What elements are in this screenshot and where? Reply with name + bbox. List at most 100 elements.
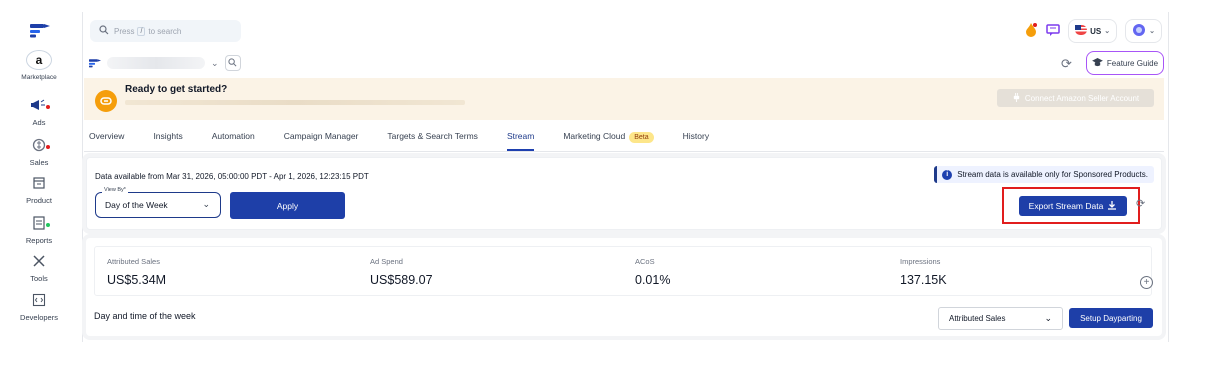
info-note-text: Stream data is available only for Sponso…: [957, 170, 1148, 179]
metric-value: 137.15K: [900, 273, 947, 287]
rail-item-marketplace[interactable]: a Marketplace: [0, 50, 78, 81]
tab-history[interactable]: History: [683, 129, 709, 151]
notification-bell-button[interactable]: [1024, 19, 1038, 43]
metric-label: Ad Spend: [370, 257, 403, 266]
product-box-icon: [0, 176, 78, 194]
rail-item-sales[interactable]: Sales: [0, 138, 78, 167]
rail-item-tools[interactable]: Tools: [0, 254, 78, 283]
apply-button[interactable]: Apply: [230, 192, 345, 219]
tab-label: History: [682, 131, 710, 141]
plug-icon: [1012, 92, 1021, 104]
rail-item-reports[interactable]: Reports: [0, 216, 78, 245]
main-tabs: Overview Insights Automation Campaign Ma…: [89, 129, 709, 151]
section-title: Day and time of the week: [94, 311, 196, 321]
export-label: Export Stream Data: [1028, 201, 1104, 211]
account-name-redacted: [107, 57, 205, 69]
amazon-icon: a: [26, 50, 52, 70]
metric-value: US$589.07: [370, 273, 433, 287]
info-note: i Stream data is available only for Spon…: [934, 166, 1154, 183]
chevron-down-icon: ⌄: [1104, 28, 1111, 35]
rail-label-reports: Reports: [25, 236, 53, 245]
fire-icon: [1024, 22, 1038, 40]
refresh-icon[interactable]: ⟳: [1061, 56, 1072, 72]
tab-label: Marketing Cloud: [563, 131, 626, 141]
header-actions: US ⌄ ⌄: [1024, 19, 1162, 43]
megaphone-icon: [0, 98, 78, 116]
chevron-down-icon: ⌄: [1044, 313, 1052, 323]
rail-item-ads[interactable]: Ads: [0, 98, 78, 127]
view-by-select[interactable]: View By* Day of the Week ⌄: [95, 187, 221, 218]
us-flag-icon: [1075, 25, 1088, 37]
search-icon: [99, 25, 109, 37]
chart-metric-select[interactable]: Attributed Sales ⌄: [938, 307, 1063, 330]
tools-icon: [0, 254, 78, 272]
rail-label-sales: Sales: [29, 158, 49, 167]
stream-filter-panel: Data available from Mar 31, 2026, 05:00:…: [86, 157, 1162, 230]
info-icon: i: [942, 169, 953, 180]
tab-insights[interactable]: Insights: [153, 129, 182, 151]
tabs-divider: [84, 151, 1164, 152]
search-input[interactable]: Press / to search: [90, 20, 241, 42]
rail-item-product[interactable]: Product: [0, 176, 78, 205]
rail-label-ads: Ads: [32, 118, 46, 127]
account-search-button[interactable]: [224, 55, 241, 71]
connect-label: Connect Amazon Seller Account: [1024, 93, 1140, 103]
metric-value: US$5.34M: [107, 273, 167, 287]
locale-selector[interactable]: US ⌄: [1068, 19, 1118, 43]
tab-automation[interactable]: Automation: [212, 129, 255, 151]
rail-label-tools: Tools: [30, 274, 48, 283]
rail-item-developers[interactable]: Developers: [0, 293, 78, 322]
chevron-down-icon: ⌄: [211, 57, 219, 68]
rail-label-developers: Developers: [20, 313, 58, 322]
download-icon: [1107, 200, 1117, 212]
avatar: [1132, 23, 1146, 39]
metric-label: Attributed Sales: [107, 257, 160, 266]
tab-label: Stream: [506, 131, 535, 141]
metric-value: 0.01%: [635, 273, 671, 287]
account-logo-icon: [89, 58, 101, 67]
data-range-text: Data available from Mar 31, 2026, 05:00:…: [95, 172, 369, 181]
tab-overview[interactable]: Overview: [89, 129, 124, 151]
chat-button[interactable]: [1046, 19, 1060, 43]
metric-label: Impressions: [900, 257, 941, 266]
chart-metric-value: Attributed Sales: [949, 314, 1006, 323]
onboarding-banner: Ready to get started? Connect Amazon Sel…: [84, 78, 1164, 120]
zoom-icon: [228, 57, 237, 69]
tab-targets-search-terms[interactable]: Targets & Search Terms: [387, 129, 478, 151]
reports-icon: [0, 216, 78, 234]
chevron-down-icon: ⌄: [1149, 28, 1155, 35]
user-avatar-menu[interactable]: ⌄: [1125, 19, 1162, 43]
banner-subtitle-redacted: [125, 100, 465, 105]
tab-stream[interactable]: Stream: [506, 129, 535, 151]
tab-campaign-manager[interactable]: Campaign Manager: [284, 129, 359, 151]
add-metric-icon[interactable]: +: [1140, 276, 1153, 289]
metric-cards: Attributed Sales US$5.34M Ad Spend US$58…: [94, 246, 1152, 296]
feature-guide-label: Feature Guide: [1106, 58, 1159, 68]
search-prefix: Press: [114, 26, 135, 36]
tab-label: Overview: [89, 131, 125, 141]
setup-dayparting-button[interactable]: Setup Dayparting: [1069, 308, 1153, 328]
export-stream-data-button[interactable]: Export Stream Data: [1019, 196, 1127, 216]
beta-badge: Beta: [629, 132, 654, 143]
brand-logo-icon[interactable]: [30, 24, 50, 38]
tab-marketing-cloud[interactable]: Marketing Cloud Beta: [563, 129, 654, 151]
connect-seller-account-button[interactable]: Connect Amazon Seller Account: [997, 89, 1154, 107]
search-shortcut-key: /: [137, 26, 146, 36]
metrics-panel: Attributed Sales US$5.34M Ad Spend US$58…: [86, 238, 1162, 336]
metric-label: ACoS: [635, 257, 655, 266]
chevron-down-icon: ⌄: [202, 199, 210, 209]
search-suffix: to search: [148, 26, 182, 36]
sales-icon: [0, 138, 78, 156]
rail-divider: [82, 12, 83, 342]
dayparting-label: Setup Dayparting: [1080, 313, 1142, 323]
tab-label: Campaign Manager: [283, 131, 359, 141]
rail-label-product: Product: [26, 196, 52, 205]
account-selector[interactable]: ⌄: [89, 55, 241, 71]
code-icon: [0, 293, 78, 311]
app-root: a Marketplace Ads Sales Product Reports …: [0, 0, 1212, 378]
chat-icon: [1046, 23, 1060, 39]
feature-guide-button[interactable]: Feature Guide: [1086, 51, 1164, 75]
refresh-icon[interactable]: ⟳: [1136, 197, 1145, 210]
locale-label: US: [1090, 26, 1102, 36]
link-icon: [95, 90, 117, 112]
